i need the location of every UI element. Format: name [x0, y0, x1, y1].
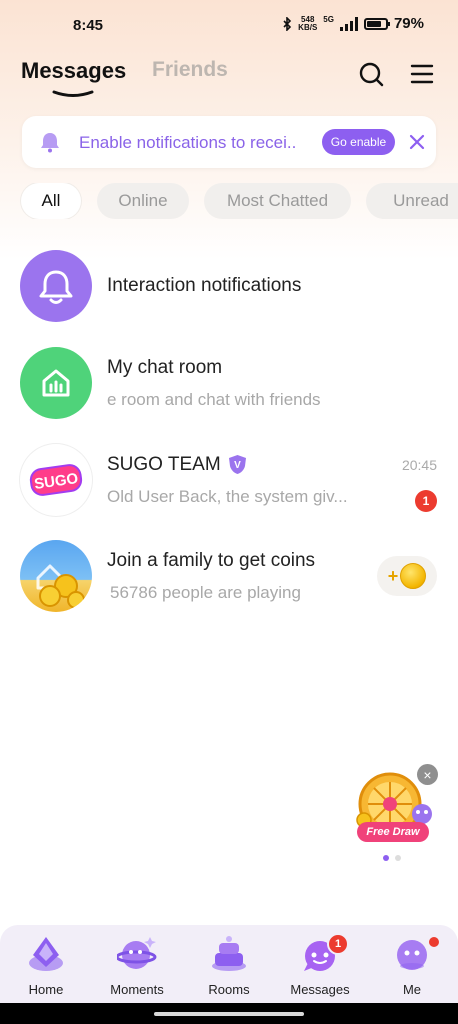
family-coins-icon: [36, 564, 85, 609]
free-draw-label[interactable]: Free Draw: [357, 822, 429, 842]
free-draw-close-icon[interactable]: ×: [417, 764, 438, 785]
bottom-nav: Home Moments Rooms 1 Messages Me: [0, 925, 458, 1003]
filter-chips: All Online Most Chatted Unread: [0, 183, 458, 219]
chat-row-my-chat-room[interactable]: My chat room e room and chat with friend…: [0, 346, 458, 426]
nav-label: Me: [402, 982, 422, 997]
carousel-dot: [395, 855, 401, 861]
bell-icon: [39, 270, 73, 304]
sugo-avatar: SUGO: [20, 444, 92, 516]
notification-text: Enable notifications to recei..: [79, 133, 297, 152]
chat-title: SUGO TEAM: [107, 454, 221, 475]
verified-badge-icon: V: [229, 455, 246, 474]
unread-badge: 1: [415, 490, 437, 512]
filter-unread[interactable]: Unread: [366, 183, 458, 219]
chat-title: Interaction notifications: [107, 275, 302, 296]
chat-title: My chat room: [107, 357, 223, 378]
nav-me[interactable]: Me: [372, 925, 452, 1003]
nav-home[interactable]: Home: [6, 925, 86, 1003]
signal-icon: [339, 16, 358, 31]
chat-subtitle: 56786 people are playing: [110, 583, 301, 602]
moments-icon: [117, 937, 157, 969]
nav-messages[interactable]: 1 Messages: [280, 925, 360, 1003]
chat-subtitle: e room and chat with friends: [107, 390, 321, 409]
carousel-dots: [383, 855, 401, 861]
family-avatar: [20, 540, 92, 612]
chat-time: 20:45: [401, 457, 437, 473]
nav-label: Rooms: [208, 982, 250, 997]
coin-plus: +: [387, 565, 399, 586]
menu-icon[interactable]: [408, 60, 436, 88]
room-icon: [42, 369, 70, 397]
me-icon: [397, 940, 427, 970]
svg-text:V: V: [234, 460, 241, 471]
status-time: 8:45: [73, 17, 104, 34]
sugo-logo: SUGO: [29, 464, 83, 496]
interaction-avatar: [20, 250, 92, 322]
notification-banner: Enable notifications to recei.. Go enabl…: [22, 116, 436, 168]
filter-all[interactable]: All: [21, 183, 81, 219]
carousel-dot: [383, 855, 389, 861]
bluetooth-icon: [283, 16, 292, 31]
status-icons: 548 KB/S 5G 79%: [282, 15, 424, 32]
go-enable-button[interactable]: Go enable: [322, 129, 395, 155]
nav-label: Messages: [290, 982, 350, 997]
messages-badge: 1: [327, 933, 349, 955]
coin-icon: [400, 563, 427, 589]
nav-rooms[interactable]: Rooms: [189, 925, 269, 1003]
battery-icon: [363, 17, 390, 30]
chat-row-sugo-team[interactable]: SUGO SUGO TEAM V 20:45 Old User Back, th…: [0, 443, 458, 523]
tab-friends[interactable]: Friends: [152, 58, 228, 82]
network-type: 5G: [323, 15, 334, 24]
coin-reward-pill[interactable]: +: [377, 556, 437, 596]
chat-title: Join a family to get coins: [107, 550, 316, 571]
rooms-icon: [212, 936, 246, 971]
tab-messages[interactable]: Messages: [21, 58, 126, 84]
status-bar: 8:45 548 KB/S 5G 79%: [0, 0, 458, 50]
system-nav-bar: [0, 1003, 458, 1024]
battery-percent: 79%: [393, 15, 424, 32]
home-icon: [29, 937, 63, 971]
chat-subtitle: Old User Back, the system giv...: [107, 487, 348, 506]
chat-row-interaction-notifications[interactable]: Interaction notifications: [0, 248, 458, 328]
filter-online[interactable]: Online: [97, 183, 189, 219]
nav-moments[interactable]: Moments: [97, 925, 177, 1003]
bell-icon: [41, 133, 59, 153]
home-indicator[interactable]: [154, 1012, 304, 1016]
chat-room-avatar: [20, 347, 92, 419]
net-speed: 548 KB/S: [298, 14, 318, 32]
header: Messages Friends: [0, 50, 458, 100]
search-icon[interactable]: [357, 60, 385, 88]
tab-active-indicator: [52, 90, 94, 97]
nav-label: Home: [28, 982, 64, 997]
close-icon[interactable]: [407, 132, 427, 152]
me-notification-dot: [427, 935, 441, 949]
nav-label: Moments: [110, 982, 164, 997]
filter-most-chatted[interactable]: Most Chatted: [204, 183, 351, 219]
chat-row-join-family[interactable]: Join a family to get coins 56786 people …: [0, 540, 458, 620]
